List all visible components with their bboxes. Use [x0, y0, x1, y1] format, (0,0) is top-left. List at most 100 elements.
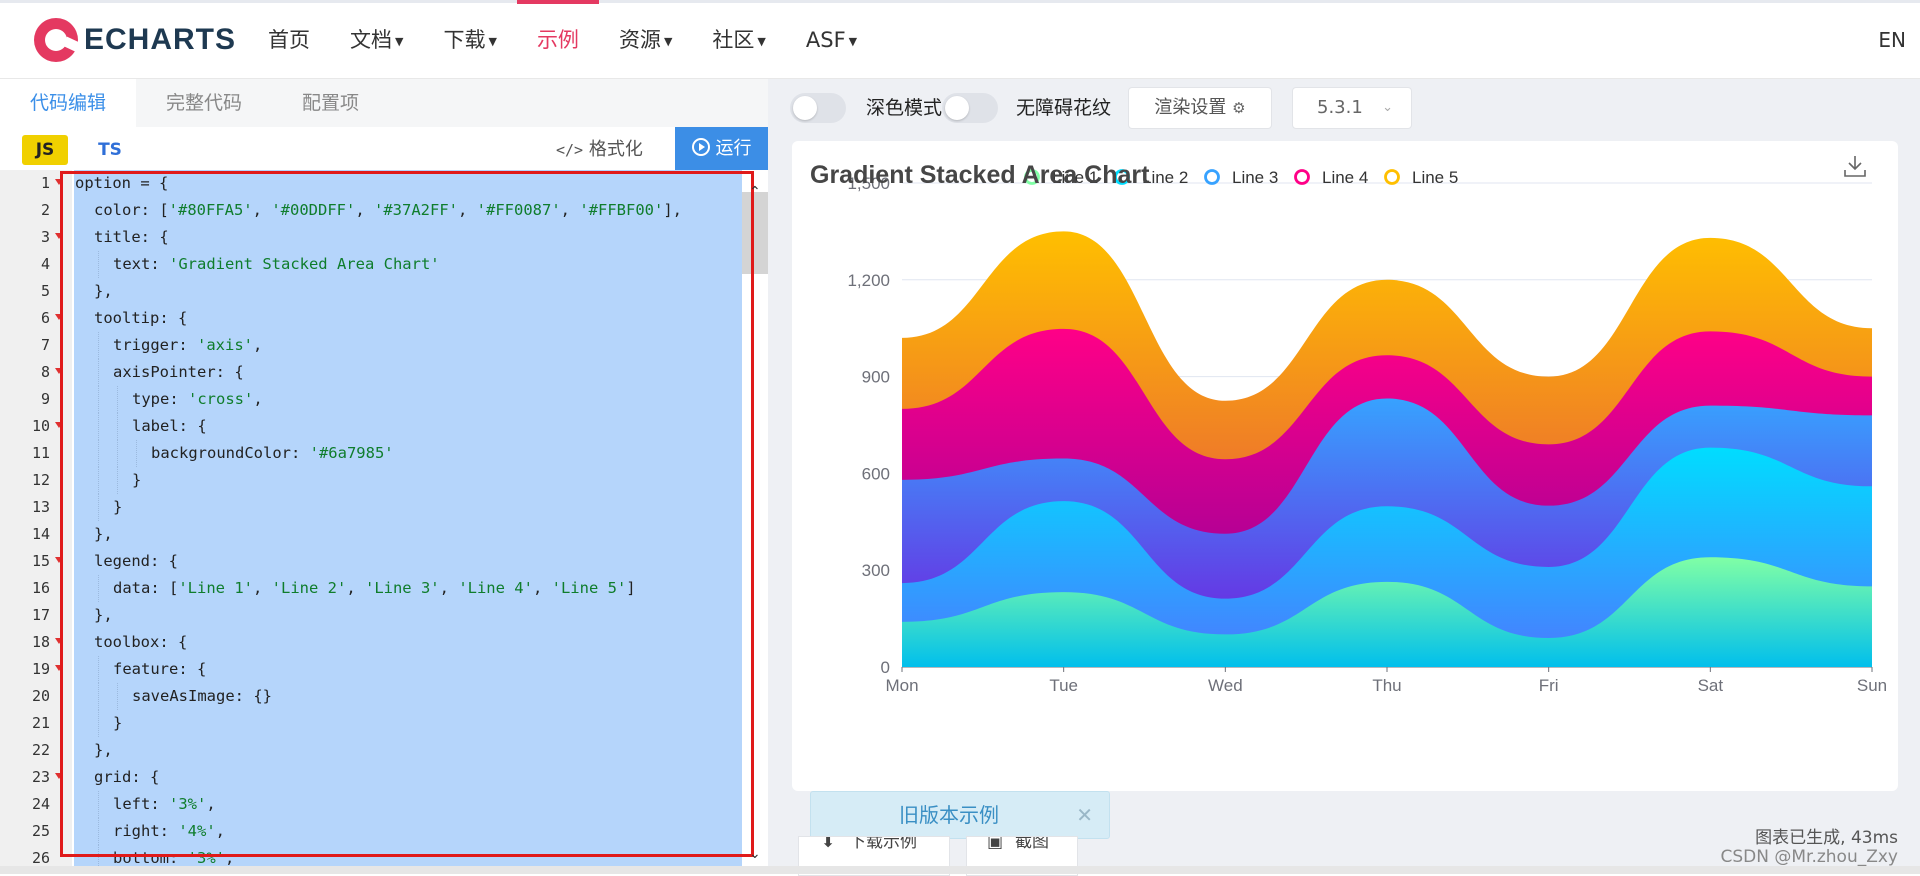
- code-token: axisPointer: {: [113, 363, 244, 381]
- code-text: right: '4%',: [113, 818, 225, 845]
- code-line: 17},: [0, 602, 742, 629]
- nav-item-label: 资源: [618, 28, 661, 52]
- fold-arrow-icon[interactable]: [55, 314, 63, 320]
- bottom-scrollbar[interactable]: [0, 866, 1920, 874]
- chart-preview-panel: 深色模式 无障碍花纹 渲染设置 ⚙ 5.3.1 ⌄ 0 300 600 900 1,20…: [768, 79, 1920, 876]
- echarts-logo-icon: [34, 18, 78, 62]
- fold-arrow-icon[interactable]: [55, 179, 63, 185]
- nav-item[interactable]: 示例: [516, 0, 599, 78]
- string-token: '#FF0087': [476, 201, 561, 219]
- render-settings-button[interactable]: 渲染设置 ⚙: [1128, 87, 1272, 129]
- y-tick-label: 0: [881, 658, 890, 677]
- editor-scrollbar[interactable]: [742, 170, 768, 874]
- dark-mode-label: 深色模式: [866, 97, 943, 119]
- y-tick-label: 1,200: [847, 271, 890, 290]
- line-number: 22: [31, 741, 50, 759]
- scroll-down-icon[interactable]: ⌄: [749, 846, 761, 862]
- fold-arrow-icon[interactable]: [55, 422, 63, 428]
- fold-arrow-icon[interactable]: [55, 233, 63, 239]
- indent-guide: [117, 683, 118, 710]
- run-button[interactable]: 运行: [675, 127, 768, 170]
- code-text: left: '3%',: [113, 791, 216, 818]
- version-value: 5.3.1: [1317, 97, 1363, 118]
- editor-toolbar: JS TS </> 格式化 运行: [0, 127, 768, 170]
- old-examples-banner[interactable]: 旧版本示例 ✕: [810, 791, 1110, 839]
- line-number: 23: [31, 768, 50, 786]
- line-number: 18: [31, 633, 50, 651]
- x-tick-label: Fri: [1539, 676, 1559, 695]
- code-line: 6 tooltip: {: [0, 305, 742, 332]
- csdn-watermark: CSDN @Mr.zhou_Zxy: [1720, 847, 1898, 867]
- nav-item[interactable]: 下载 ▼: [443, 3, 496, 78]
- line-number: 3: [40, 228, 50, 246]
- dark-mode-toggle[interactable]: [790, 93, 846, 123]
- code-text: backgroundColor: '#6a7985': [151, 440, 394, 467]
- line-number: 6: [40, 309, 50, 327]
- fold-arrow-icon[interactable]: [55, 557, 63, 563]
- editor-tabs: 代码编辑 完整代码 配置项: [0, 79, 389, 127]
- save-as-image-icon[interactable]: [1842, 153, 1868, 179]
- caret-down-icon: ▼: [395, 34, 404, 48]
- code-line: 13}: [0, 494, 742, 521]
- nav-item[interactable]: 首页: [268, 3, 310, 78]
- caret-down-icon: ▼: [848, 34, 858, 48]
- line-number: 1: [40, 174, 50, 192]
- play-icon: [691, 138, 710, 156]
- code-text: legend: {: [94, 548, 178, 575]
- editor-tab[interactable]: 配置项: [272, 79, 389, 127]
- y-tick-label: 600: [862, 464, 890, 483]
- nav-item[interactable]: 社区 ▼: [712, 3, 765, 78]
- fold-arrow-icon[interactable]: [55, 638, 63, 644]
- legend-label: Line 4: [1322, 168, 1368, 187]
- code-token: label: {: [132, 417, 207, 435]
- code-token: grid: {: [94, 768, 160, 786]
- fold-arrow-icon[interactable]: [55, 773, 63, 779]
- editor-scrollbar-thumb[interactable]: [742, 192, 768, 274]
- line-number: 10: [31, 417, 50, 435]
- scroll-up-icon[interactable]: ⌃: [749, 184, 761, 200]
- close-icon[interactable]: ✕: [1076, 792, 1093, 838]
- ts-language-button[interactable]: TS: [90, 135, 130, 165]
- code-area[interactable]: 1 option = {2 color: ['#80FFA5', '#00DDFF'…: [0, 170, 768, 874]
- legend-marker: [1204, 169, 1220, 185]
- code-token: feature: {: [113, 660, 207, 678]
- fold-arrow-icon[interactable]: [55, 368, 63, 374]
- editor-tab[interactable]: 代码编辑: [0, 79, 137, 127]
- language-switch[interactable]: EN: [1878, 3, 1906, 78]
- code-text: }: [113, 494, 122, 521]
- editor-tab[interactable]: 完整代码: [136, 79, 272, 127]
- code-line: 5},: [0, 278, 742, 305]
- x-tick-label: Sun: [1857, 676, 1887, 695]
- code-token: ,: [355, 201, 374, 219]
- code-token: }: [113, 714, 123, 732]
- line-number: 25: [31, 822, 50, 840]
- stacked-area-chart[interactable]: 03006009001,2001,500Mon Tue Wed Thu Fri Sat Su…: [792, 141, 1898, 791]
- code-text: saveAsImage: {}: [132, 683, 272, 710]
- version-select[interactable]: 5.3.1 ⌄: [1292, 87, 1412, 129]
- indent-guide: [98, 386, 99, 413]
- code-text: feature: {: [113, 656, 206, 683]
- indent-guide: [98, 332, 99, 359]
- nav-item[interactable]: ASF ▼: [806, 3, 857, 78]
- code-line: 9 type: 'cross',: [0, 386, 742, 413]
- code-token: },: [94, 282, 113, 300]
- chart-card: 0 300 600 900 1,200 1,500 Mon Tue Wed Thu Fri Sat Su…: [792, 141, 1898, 791]
- x-tick-label: Thu: [1372, 676, 1401, 695]
- line-number: 5: [40, 282, 50, 300]
- code-text: trigger: 'axis',: [113, 332, 262, 359]
- x-tick-label: Tue: [1049, 676, 1078, 695]
- indent-guide: [117, 467, 118, 494]
- nav-item[interactable]: 资源 ▼: [619, 3, 672, 78]
- a11y-pattern-toggle[interactable]: [942, 93, 998, 123]
- code-text: tooltip: {: [94, 305, 187, 332]
- fold-arrow-icon[interactable]: [55, 665, 63, 671]
- legend-marker: [1294, 169, 1310, 185]
- line-number: 14: [31, 525, 50, 543]
- format-button[interactable]: </> 格式化: [556, 135, 643, 165]
- download-icon: ⬇: [821, 836, 836, 852]
- nav-item[interactable]: 文档 ▼: [350, 3, 403, 78]
- js-language-button[interactable]: JS: [22, 135, 68, 165]
- echarts-logo[interactable]: ECHARTS: [34, 18, 236, 62]
- indent-guide: [98, 413, 99, 440]
- indent-guide: [117, 386, 118, 413]
